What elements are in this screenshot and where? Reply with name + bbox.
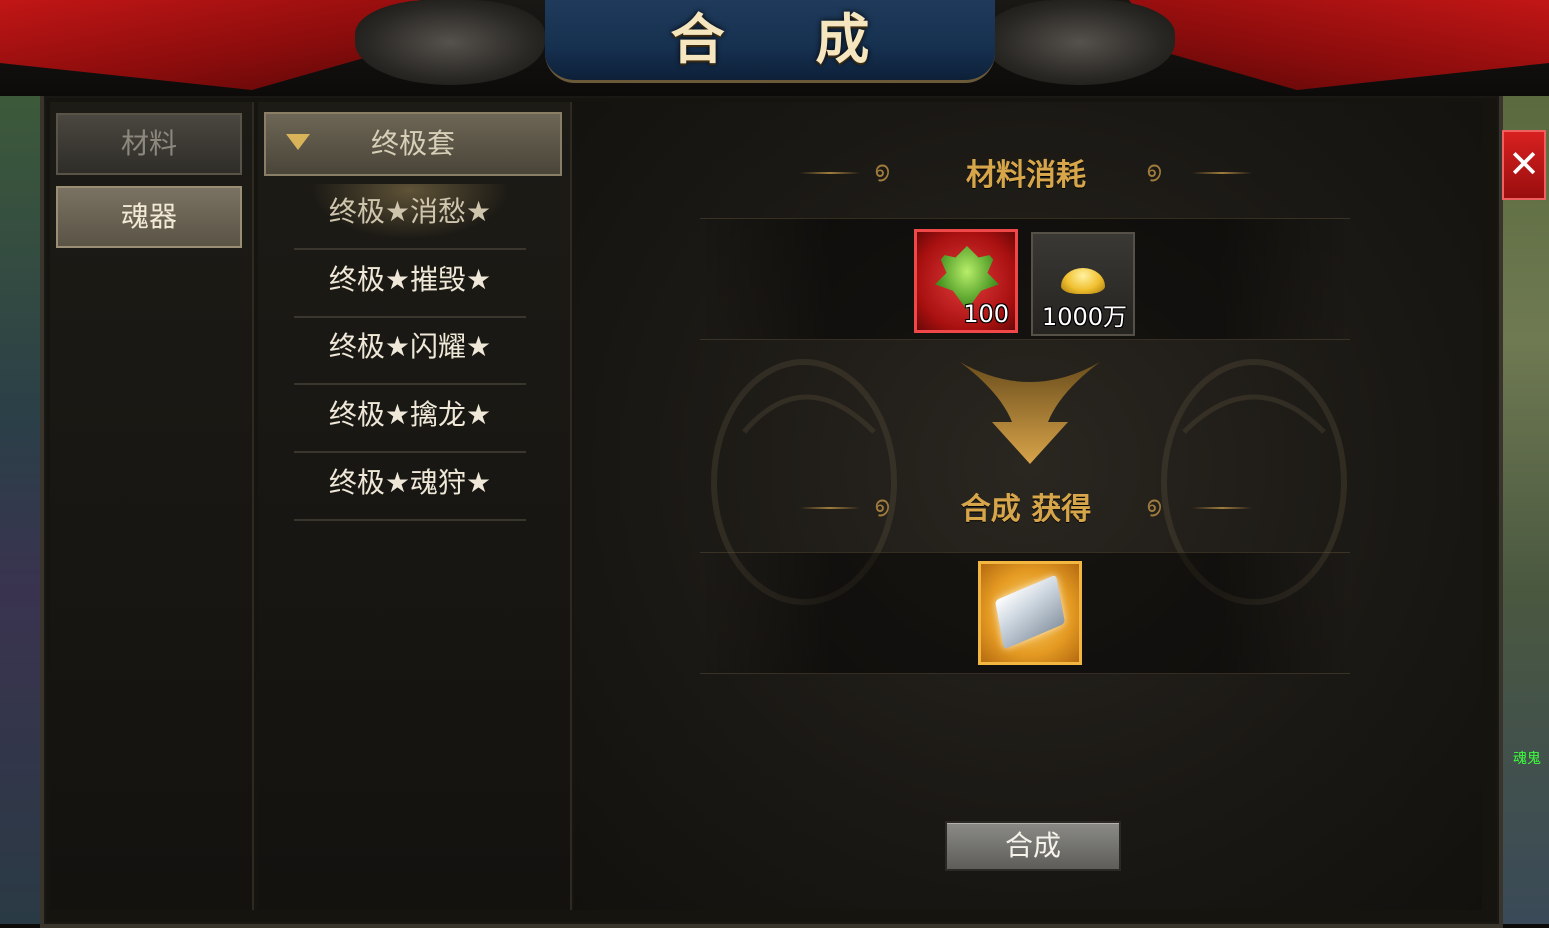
material-slot[interactable]: 100 [914,229,1018,333]
recipe-item[interactable]: 终极★魂狩★ [294,455,526,521]
material-slot[interactable]: 1000万 [1031,232,1135,336]
category-tab-materials[interactable]: 材料 [56,113,242,175]
recipe-item[interactable]: 终极★消愁★ [294,184,526,250]
gold-ingot-icon [1061,268,1105,294]
expand-arrow-icon [286,134,310,150]
category-tab-soul-artifact[interactable]: 魂器 [56,186,242,248]
ornament-curl-icon: ൭ [1146,158,1161,183]
game-world-left-edge [0,90,40,924]
close-icon: ✕ [1508,142,1540,186]
close-button[interactable]: ✕ [1502,130,1546,200]
section-divider [1192,172,1252,174]
materials-band [700,218,1350,340]
materials-section-title: 材料消耗 [966,158,1086,193]
recipe-group-label: 终极套 [370,127,455,160]
result-section-title: 合成 获得 [960,492,1092,527]
dragon-ornament-left-icon [355,0,545,85]
world-npc-label: 魂鬼 [1513,751,1541,767]
recipe-group-header[interactable]: 终极套 [264,112,562,176]
material-quantity: 100 [963,300,1009,328]
recipe-item[interactable]: 终极★擒龙★ [294,387,526,453]
game-world-right-edge [1499,90,1549,924]
section-divider [800,507,860,509]
ornament-curl-icon: ൭ [1146,493,1161,518]
silver-box-icon [994,574,1066,650]
section-divider [800,172,860,174]
craft-button[interactable]: 合成 [945,821,1121,871]
section-divider [1192,507,1252,509]
recipe-item[interactable]: 终极★闪耀★ [294,319,526,385]
arrow-down-icon [960,362,1100,464]
window-title: 合 成 [670,7,906,71]
material-quantity: 1000万 [1041,303,1127,331]
dragon-ornament-right-icon [985,0,1175,85]
result-slot[interactable] [978,561,1082,665]
recipe-item[interactable]: 终极★摧毁★ [294,252,526,318]
